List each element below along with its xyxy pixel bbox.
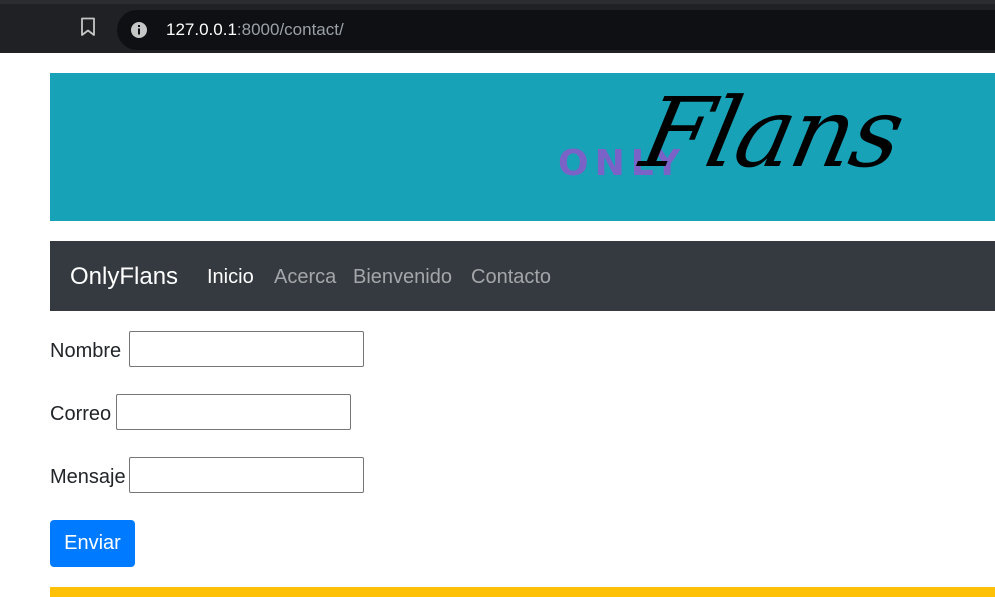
url-path: :8000/contact/ <box>236 20 344 39</box>
name-field[interactable] <box>129 331 364 367</box>
message-label: Mensaje <box>50 466 126 488</box>
url-text[interactable]: 127.0.0.1:8000/contact/ <box>166 19 344 41</box>
url-host: 127.0.0.1 <box>166 20 237 39</box>
browser-toolbar: 127.0.0.1:8000/contact/ <box>0 0 995 53</box>
submit-button[interactable]: Enviar <box>50 520 135 567</box>
header-banner: ONLY Flans <box>50 73 995 221</box>
nav-item-contacto[interactable]: Contacto <box>471 265 551 289</box>
navbar-brand[interactable]: OnlyFlans <box>70 263 178 291</box>
email-field[interactable] <box>116 394 351 430</box>
message-field[interactable] <box>129 457 364 493</box>
nav-item-inicio[interactable]: Inicio <box>207 265 254 289</box>
nav-item-acerca[interactable]: Acerca <box>274 265 336 289</box>
nav-item-bienvenido[interactable]: Bienvenido <box>353 265 452 289</box>
footer-bar <box>50 587 995 597</box>
logo-flans-text: Flans <box>632 77 912 189</box>
email-label: Correo <box>50 403 112 425</box>
navbar: OnlyFlans Inicio Acerca Bienvenido Conta… <box>50 241 995 311</box>
name-label: Nombre <box>50 340 122 362</box>
info-icon[interactable] <box>130 21 148 39</box>
bookmark-icon[interactable] <box>79 17 97 37</box>
address-bar[interactable]: 127.0.0.1:8000/contact/ <box>117 10 995 50</box>
